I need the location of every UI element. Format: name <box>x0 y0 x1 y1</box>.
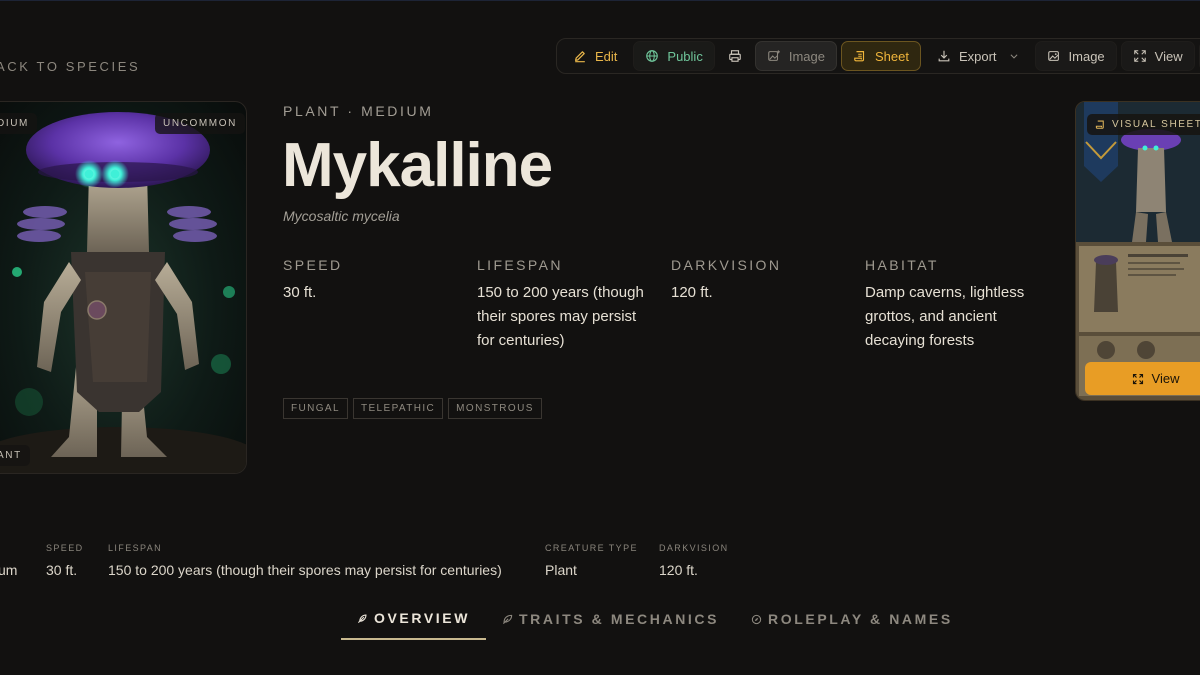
stat-lifespan: LIFESPAN 150 to 200 years (though their … <box>477 257 645 353</box>
public-toggle[interactable]: Public <box>633 41 715 71</box>
quick-stat-darkvision: DARKVISION 120 ft. <box>659 543 729 578</box>
quick-stat-lifespan: LIFESPAN 150 to 200 years (though their … <box>108 543 502 578</box>
species-scientific-name: Mycosaltic mycelia <box>283 208 400 224</box>
image-label: Image <box>788 48 825 64</box>
view-label: View <box>1154 48 1183 64</box>
scroll-icon <box>854 51 865 62</box>
rarity-badge: UNCOMMON <box>155 113 245 134</box>
export-dropdown[interactable]: Export <box>925 41 1031 71</box>
stat-label: LIFESPAN <box>477 257 563 273</box>
stat-value: 150 to 200 years (though their spores ma… <box>477 284 644 349</box>
expand-icon <box>1132 373 1143 384</box>
tab-label: TRAITS & MECHANICS <box>519 611 720 627</box>
image-add-icon <box>768 50 780 61</box>
tab-roleplay-names[interactable]: ROLEPLAY & NAMES <box>735 598 969 640</box>
stat-value: Damp caverns, lightless grottos, and anc… <box>865 284 1025 349</box>
size-badge: DIUM <box>0 113 37 134</box>
quick-stat-value: um <box>0 562 18 578</box>
stat-label: SPEED <box>283 257 343 273</box>
edit-button[interactable]: Edit <box>561 41 629 71</box>
pencil-icon <box>575 51 585 63</box>
quick-stat-value: 150 to 200 years (though their spores ma… <box>108 562 502 578</box>
quick-stat-label: DARKVISION <box>659 543 729 553</box>
stat-label: DARKVISION <box>671 257 782 273</box>
tab-traits-mechanics[interactable]: TRAITS & MECHANICS <box>486 598 735 640</box>
feather-icon <box>357 614 367 623</box>
image-button[interactable]: Image <box>1034 41 1117 71</box>
printer-icon <box>729 50 741 62</box>
print-button[interactable] <box>719 41 751 71</box>
quick-stat-label <box>0 543 17 554</box>
public-label: Public <box>667 48 703 64</box>
view-fullscreen-button[interactable]: View <box>1120 41 1195 71</box>
compass-icon <box>751 614 762 624</box>
quick-stat-speed: SPEED 30 ft. <box>46 543 84 578</box>
tag: TELEPATHIC <box>352 398 444 419</box>
generate-image-button[interactable]: Image <box>754 41 837 71</box>
scroll-icon <box>1095 120 1104 129</box>
detail-tabs: OVERVIEW TRAITS & MECHANICS ROLEPLAY & N… <box>341 598 969 640</box>
tag: MONSTROUS <box>448 398 542 419</box>
tab-label: OVERVIEW <box>374 610 471 626</box>
expand-icon <box>1133 50 1146 62</box>
quick-stat-value: Plant <box>545 562 577 578</box>
quick-stat-value: 30 ft. <box>46 562 78 578</box>
sheet-button[interactable]: Sheet <box>840 41 921 71</box>
species-name: Mykalline <box>282 131 553 200</box>
quick-stat-size: um <box>0 543 17 578</box>
species-kicker: PLANT · MEDIUM <box>283 103 434 119</box>
quick-stat-label: CREATURE TYPE <box>545 543 638 553</box>
sheet-view-label: View <box>1151 371 1180 386</box>
stat-habitat: HABITAT Damp caverns, lightless grottos,… <box>865 257 1055 353</box>
image-icon <box>1047 51 1059 61</box>
quick-stat-label: LIFESPAN <box>108 543 163 553</box>
stat-darkvision: DARKVISION 120 ft. <box>671 257 851 305</box>
sheet-thumbnail <box>1076 102 1200 400</box>
top-border <box>0 0 1200 1</box>
globe-icon <box>646 50 659 62</box>
species-portrait[interactable]: DIUM UNCOMMON ANT <box>0 101 247 474</box>
export-label: Export <box>958 48 997 64</box>
stat-label: HABITAT <box>865 257 939 273</box>
stat-value: 30 ft. <box>283 284 317 301</box>
image2-label: Image <box>1068 48 1105 64</box>
visual-sheet-badge: VISUAL SHEET <box>1087 114 1200 135</box>
leaf-icon <box>503 614 513 624</box>
quick-stat-creature-type: CREATURE TYPE Plant <box>545 543 638 578</box>
visual-sheet-label: VISUAL SHEET <box>1112 119 1200 130</box>
action-toolbar: Edit Public Image Sheet Export Image Vie… <box>556 38 1200 74</box>
tab-label: ROLEPLAY & NAMES <box>768 611 953 627</box>
stat-speed: SPEED 30 ft. <box>283 257 463 305</box>
quick-stat-value: 120 ft. <box>659 562 698 578</box>
sheet-label: Sheet <box>874 48 909 64</box>
tag: FUNGAL <box>283 398 348 419</box>
tab-overview[interactable]: OVERVIEW <box>341 598 487 640</box>
quick-stat-label: SPEED <box>46 543 84 553</box>
back-to-species-link[interactable]: ACK TO SPECIES <box>0 59 140 74</box>
species-tags: FUNGAL TELEPATHIC MONSTROUS <box>283 398 542 419</box>
visual-sheet-preview[interactable]: VISUAL SHEET View <box>1075 101 1200 401</box>
stat-value: 120 ft. <box>671 284 713 301</box>
type-badge: ANT <box>0 445 30 466</box>
download-icon <box>938 50 950 62</box>
chevron-down-icon <box>1010 54 1018 59</box>
mushroom-creature-illustration <box>0 112 246 473</box>
sheet-view-button[interactable]: View <box>1085 362 1200 395</box>
edit-label: Edit <box>595 48 618 64</box>
